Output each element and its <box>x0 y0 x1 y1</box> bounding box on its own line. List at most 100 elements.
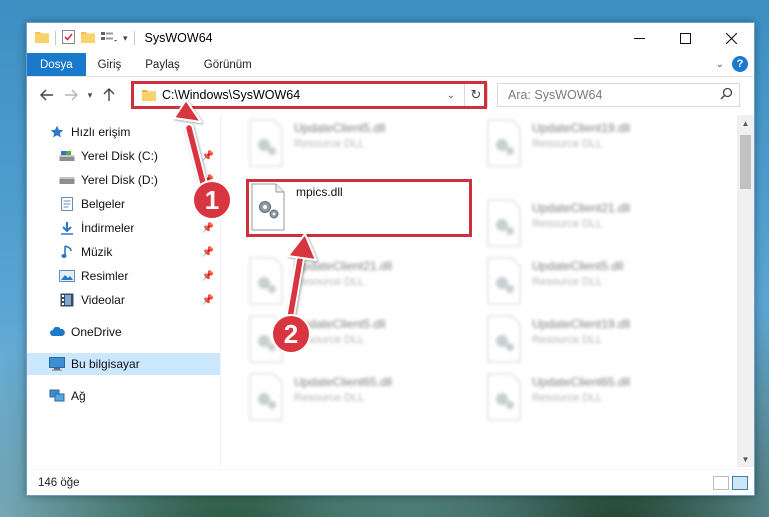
back-arrow-icon <box>40 89 53 101</box>
back-button[interactable] <box>35 83 59 107</box>
file-type: Resource DLL <box>294 392 365 404</box>
maximize-button[interactable] <box>662 23 708 53</box>
computer-icon <box>49 357 65 371</box>
scroll-up-icon[interactable]: ▲ <box>737 115 754 131</box>
network-icon <box>49 389 65 403</box>
nav-quick-access[interactable]: Hızlı erişim <box>27 121 220 143</box>
tab-share[interactable]: Paylaş <box>133 53 192 76</box>
dll-file-icon <box>484 119 524 167</box>
vertical-scrollbar[interactable]: ▲ ▼ <box>737 115 754 467</box>
minimize-button[interactable] <box>616 23 662 53</box>
nav-downloads[interactable]: İndirmeler 📌 <box>27 217 220 239</box>
pin-icon[interactable]: 📌 <box>202 247 214 258</box>
address-dropdown-icon[interactable]: ⌄ <box>447 90 455 101</box>
folder-icon <box>35 31 49 46</box>
file-list: UpdateClient5.dll Resource DLL UpdateCli… <box>222 115 736 467</box>
file-item-mpics-dll[interactable]: mpics.dll <box>248 183 468 237</box>
nav-documents[interactable]: Belgeler 📌 <box>27 193 220 215</box>
step-callout-1: 1 <box>192 180 232 220</box>
nav-videos[interactable]: Videolar 📌 <box>27 289 220 311</box>
address-path: C:\Windows\SysWOW64 <box>162 88 301 102</box>
file-item[interactable]: UpdateClient21.dll Resource DLL <box>246 257 466 311</box>
details-view-button[interactable] <box>713 476 729 490</box>
pin-icon[interactable]: 📌 <box>202 295 214 306</box>
up-button[interactable] <box>97 83 121 107</box>
dll-file-icon <box>484 373 524 421</box>
pin-icon[interactable]: 📌 <box>202 151 214 162</box>
pin-icon[interactable]: 📌 <box>202 271 214 282</box>
file-type: Resource DLL <box>294 276 365 288</box>
address-bar[interactable]: C:\Windows\SysWOW64 ⌄ <box>133 83 486 107</box>
properties-icon[interactable] <box>62 29 75 47</box>
file-item[interactable]: UpdateClient19.dll Resource DLL <box>484 119 704 173</box>
search-input[interactable] <box>498 88 708 102</box>
pin-icon[interactable]: 📌 <box>202 223 214 234</box>
nav-network[interactable]: Ağ <box>27 385 220 407</box>
title-divider <box>133 31 135 45</box>
step-callout-2: 2 <box>271 314 311 354</box>
tab-home[interactable]: Giriş <box>86 53 134 76</box>
file-item[interactable]: UpdateClient5.dll Resource DLL <box>484 257 704 311</box>
music-icon <box>59 245 75 259</box>
videos-icon <box>59 293 75 307</box>
file-item[interactable]: UpdateClient19.dll Resource DLL <box>484 315 704 369</box>
file-name: UpdateClient19.dll <box>532 317 631 331</box>
scroll-thumb[interactable] <box>740 135 751 189</box>
refresh-button[interactable]: ↻ <box>464 83 488 107</box>
nav-local-disk-c[interactable]: Yerel Disk (C:) 📌 <box>27 145 220 167</box>
dll-file-icon <box>484 257 524 305</box>
file-item[interactable]: UpdateClient65.dll Resource DLL <box>484 373 704 427</box>
nav-music[interactable]: Müzik 📌 <box>27 241 220 263</box>
view-toggle <box>713 476 748 490</box>
title-bar: ▾ SysWOW64 <box>27 23 754 53</box>
new-folder-icon[interactable] <box>81 31 95 46</box>
large-icons-view-button[interactable] <box>732 476 748 490</box>
nav-label: Müzik <box>81 245 113 259</box>
file-type: Resource DLL <box>532 392 603 404</box>
dll-file-icon <box>484 315 524 363</box>
quick-access-dropdown-icon[interactable]: ▾ <box>123 33 128 44</box>
navigation-pane: Hızlı erişim Yerel Disk (C:) 📌 Yerel Dis… <box>27 115 221 467</box>
dll-file-icon <box>246 119 286 167</box>
recent-locations-button[interactable]: ▾ <box>83 83 97 107</box>
minimize-icon <box>633 37 645 39</box>
tab-file[interactable]: Dosya <box>27 53 86 76</box>
expand-ribbon-icon[interactable]: ⌄ <box>716 59 724 70</box>
file-name: UpdateClient5.dll <box>532 259 624 273</box>
help-icon[interactable]: ? <box>732 56 748 72</box>
file-name: UpdateClient5.dll <box>294 121 386 135</box>
dll-file-icon <box>248 183 288 231</box>
star-icon <box>49 125 65 139</box>
close-icon <box>725 32 737 44</box>
file-item[interactable]: UpdateClient5.dll Resource DLL <box>246 119 466 173</box>
nav-local-disk-d[interactable]: Yerel Disk (D:) 📌 <box>27 169 220 191</box>
cloud-icon <box>49 325 65 339</box>
file-type: Resource DLL <box>532 218 603 230</box>
search-icon[interactable] <box>720 87 733 103</box>
nav-label: Belgeler <box>81 197 126 211</box>
nav-onedrive[interactable]: OneDrive <box>27 321 220 343</box>
file-item[interactable]: UpdateClient21.dll Resource DLL <box>484 199 704 253</box>
file-name: UpdateClient19.dll <box>532 121 631 135</box>
file-name: mpics.dll <box>296 185 343 199</box>
file-type: Resource DLL <box>532 334 603 346</box>
customize-icon[interactable] <box>101 31 117 46</box>
nav-pictures[interactable]: Resimler 📌 <box>27 265 220 287</box>
dll-file-icon <box>246 373 286 421</box>
drive-icon <box>59 149 75 163</box>
file-type: Resource DLL <box>532 276 603 288</box>
file-item[interactable]: UpdateClient65.dll Resource DLL <box>246 373 466 427</box>
search-box[interactable] <box>497 83 740 107</box>
file-name: UpdateClient21.dll <box>532 201 631 215</box>
close-button[interactable] <box>708 23 754 53</box>
scroll-down-icon[interactable]: ▼ <box>737 451 754 467</box>
nav-this-pc[interactable]: Bu bilgisayar <box>27 353 220 375</box>
forward-button[interactable] <box>59 83 83 107</box>
chevron-down-icon: ▾ <box>87 89 93 100</box>
documents-icon <box>59 197 75 211</box>
file-name: UpdateClient65.dll <box>294 375 393 389</box>
nav-label: Yerel Disk (D:) <box>81 173 158 187</box>
nav-label: Videolar <box>81 293 125 307</box>
tab-view[interactable]: Görünüm <box>192 53 264 76</box>
status-bar: 146 öğe <box>27 469 754 495</box>
